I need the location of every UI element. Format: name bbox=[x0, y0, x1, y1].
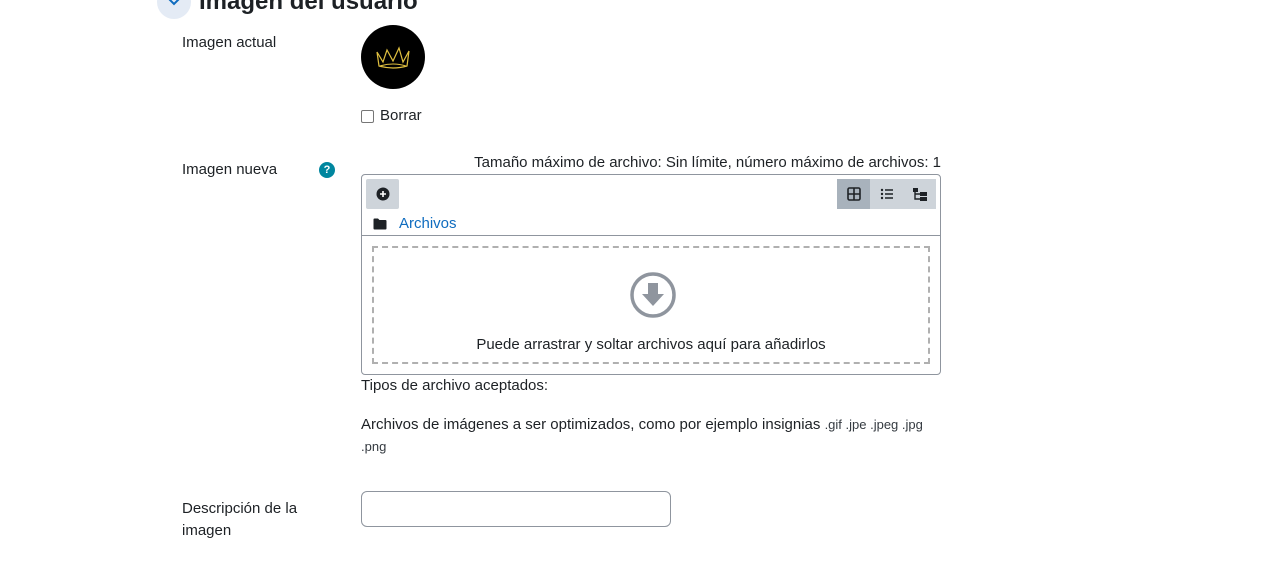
current-image-label: Imagen actual bbox=[182, 34, 277, 51]
accepted-types-label: Tipos de archivo aceptados: bbox=[361, 377, 549, 394]
list-view-button[interactable] bbox=[870, 179, 903, 209]
image-description-label: Descripción de la imagen bbox=[182, 500, 298, 539]
max-file-size-text: Tamaño máximo de archivo: Sin límite, nú… bbox=[474, 154, 941, 171]
file-picker-toolbar bbox=[362, 175, 940, 211]
accepted-types-text: Archivos de imágenes a ser optimizados, … bbox=[361, 416, 821, 433]
collapse-toggle-button[interactable] bbox=[157, 0, 191, 19]
grid-view-button[interactable] bbox=[837, 179, 870, 209]
breadcrumb: Archivos bbox=[373, 214, 457, 234]
download-arrow-icon bbox=[630, 272, 676, 318]
tree-view-icon bbox=[912, 188, 927, 201]
section-header: Imagen del usuario bbox=[157, 0, 418, 19]
delete-image-checkbox[interactable] bbox=[361, 109, 374, 123]
section-title: Imagen del usuario bbox=[199, 0, 418, 15]
breadcrumb-folder-link[interactable]: Archivos bbox=[399, 214, 457, 234]
crown-icon bbox=[376, 46, 410, 69]
file-picker-divider bbox=[362, 235, 940, 236]
tree-view-button[interactable] bbox=[903, 179, 936, 209]
folder-icon bbox=[373, 218, 387, 230]
file-dropzone[interactable]: Puede arrastrar y soltar archivos aquí p… bbox=[372, 246, 930, 364]
accepted-types-description: Archivos de imágenes a ser optimizados, … bbox=[361, 414, 941, 458]
chevron-down-icon bbox=[168, 0, 180, 6]
view-mode-group bbox=[837, 179, 936, 209]
add-file-icon bbox=[376, 187, 389, 201]
dropzone-text: Puede arrastrar y soltar archivos aquí p… bbox=[476, 336, 826, 353]
delete-image-row: Borrar bbox=[361, 106, 422, 126]
avatar bbox=[361, 25, 425, 89]
image-description-input[interactable] bbox=[361, 491, 671, 527]
add-file-button[interactable] bbox=[366, 179, 399, 209]
file-picker: Archivos Puede arrastrar y soltar archiv… bbox=[361, 174, 941, 375]
grid-view-icon bbox=[846, 187, 861, 201]
list-view-icon bbox=[880, 188, 893, 200]
new-image-label: Imagen nueva bbox=[182, 161, 278, 178]
delete-image-label[interactable]: Borrar bbox=[380, 106, 422, 126]
help-icon[interactable]: ? bbox=[319, 162, 335, 178]
